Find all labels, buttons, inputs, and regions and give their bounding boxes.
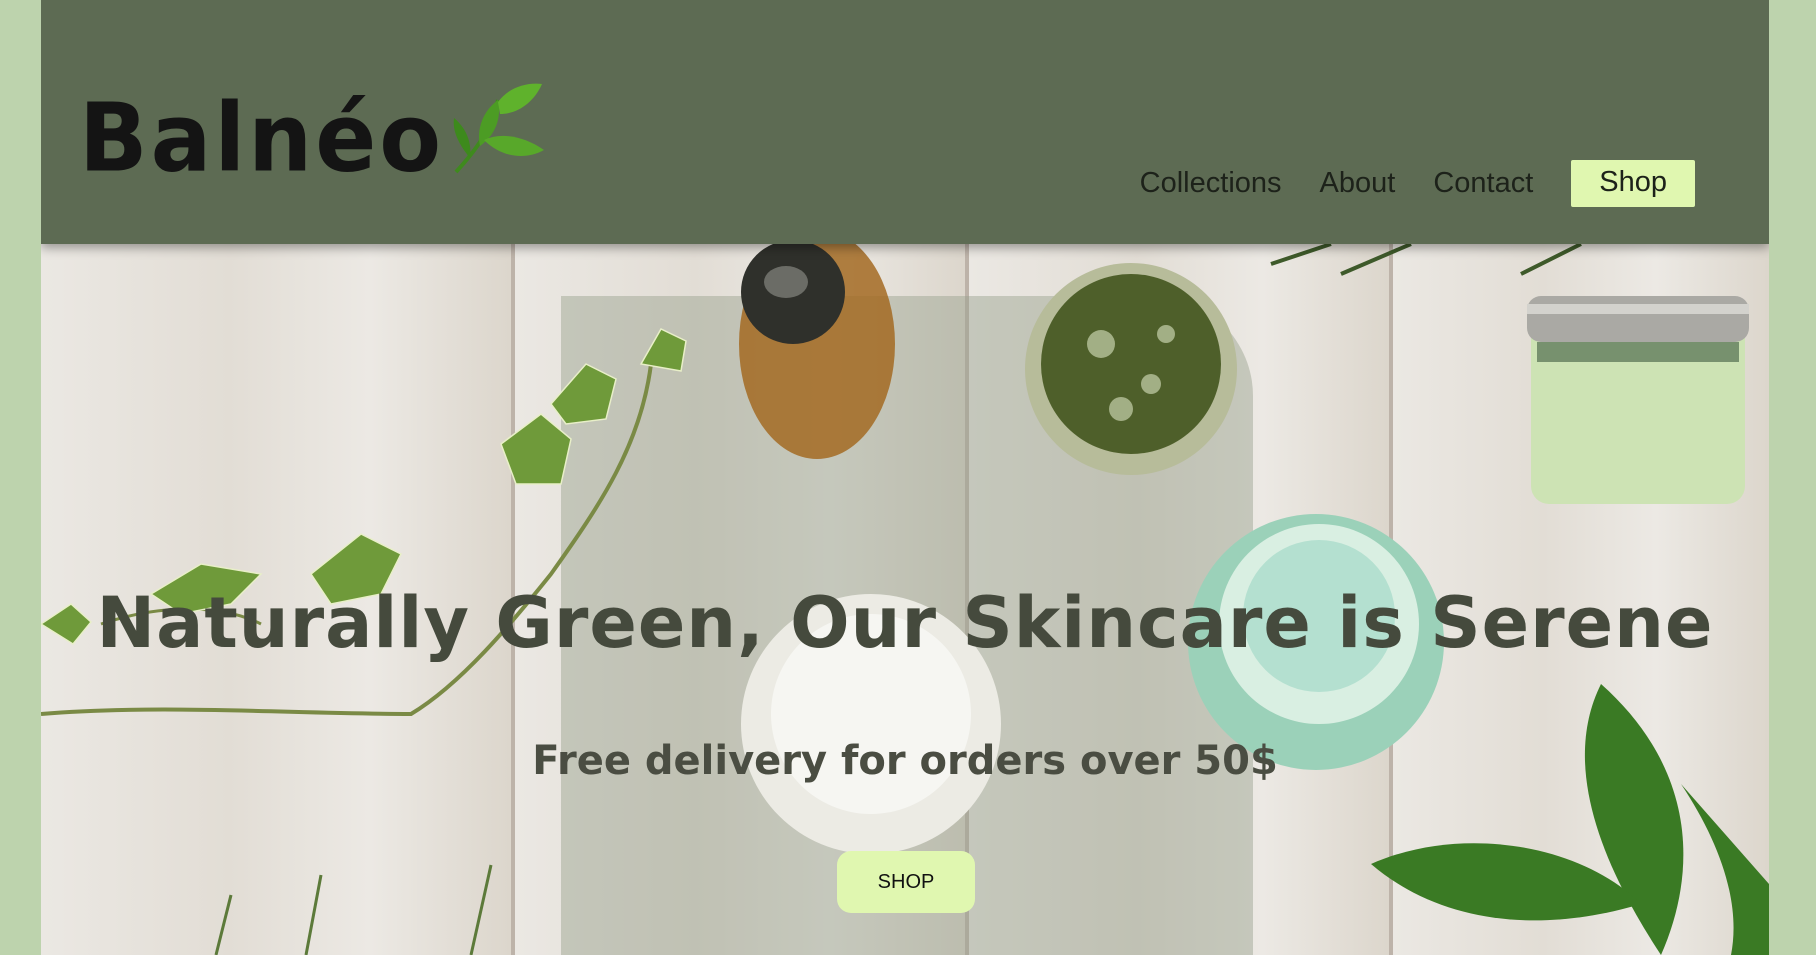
site-header: Balnéo Collections About Contact Shop [41,0,1769,244]
hero-shop-button[interactable]: SHOP [837,851,975,913]
nav-link-about[interactable]: About [1320,167,1396,200]
hero-banner: Naturally Green, Our Skincare is Serene … [41,244,1769,955]
brand-name: Balnéo [79,92,444,187]
nav-shop-button[interactable]: Shop [1571,160,1695,207]
nav-link-contact[interactable]: Contact [1433,167,1533,200]
brand-logo[interactable]: Balnéo [79,74,546,184]
main-nav: Collections About Contact Shop [1140,160,1695,207]
hero-headline: Naturally Green, Our Skincare is Serene [41,582,1769,664]
nav-link-collections[interactable]: Collections [1140,167,1282,200]
hero-subline: Free delivery for orders over 50$ [41,738,1769,784]
page-frame: Balnéo Collections About Contact Shop [41,0,1769,955]
leaf-sprig-icon [446,80,546,176]
